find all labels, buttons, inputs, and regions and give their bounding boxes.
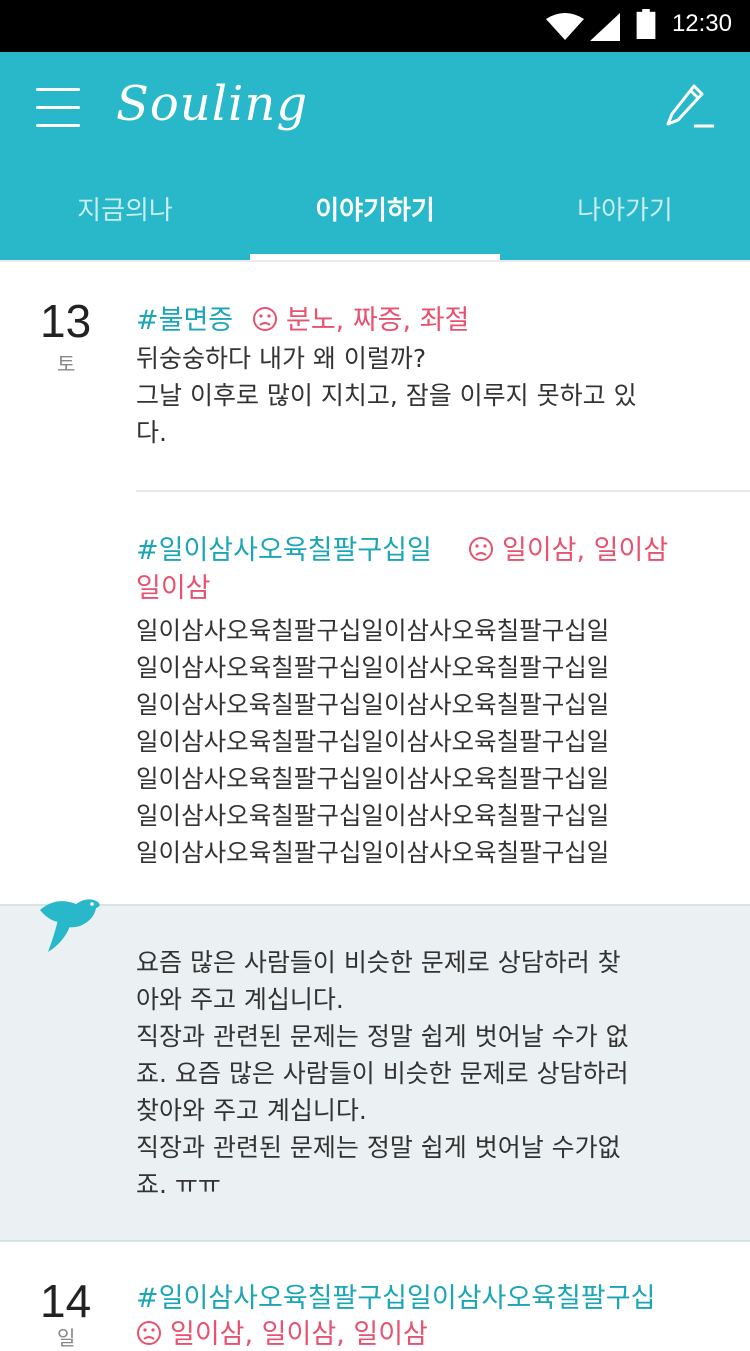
post-emotions-continued: 일이삼: [136, 573, 211, 604]
emotion-list: 일이삼, 일이삼, 일이삼: [170, 1319, 428, 1350]
post-divider: [136, 490, 750, 492]
post-body: 뒤숭숭하다 내가 왜 이럴까? 그날 이후로 많이 지치고, 잠을 이루지 못하…: [136, 344, 637, 447]
post-body: 일이삼사오육칠팔구십일이삼사오육칠팔구십일 일이삼사오육칠팔구십일이삼사오육칠팔…: [136, 616, 610, 867]
sad-face-icon: [253, 307, 277, 331]
tab-now-me[interactable]: 지금의나: [0, 188, 250, 260]
signal-icon: [590, 13, 620, 41]
post-hashtag[interactable]: #일이삼사오육칠팔구십일: [136, 528, 432, 567]
entry-date-day: 일: [57, 1326, 76, 1350]
entry-date-number: 13: [40, 295, 92, 347]
emotion-list: 일이삼, 일이삼: [502, 535, 669, 566]
counselor-reply: 요즘 많은 사람들이 비슷한 문제로 상담하러 찾 아와 주고 계십니다. 직장…: [0, 904, 750, 1242]
tab-move-forward[interactable]: 나아가기: [500, 188, 750, 260]
sad-face-icon: [137, 1321, 161, 1345]
reply-body: 요즘 많은 사람들이 비슷한 문제로 상담하러 찾 아와 주고 계십니다. 직장…: [136, 948, 629, 1199]
sad-face-icon: [469, 537, 493, 561]
post-emotions: 분노, 짜증, 좌절: [252, 298, 469, 337]
app-logo: Souling: [116, 76, 309, 132]
tab-talk[interactable]: 이야기하기: [250, 188, 500, 260]
entry-date-day: 토: [57, 352, 76, 376]
battery-icon: [636, 9, 656, 39]
write-icon[interactable]: [664, 82, 716, 132]
post-emotions: 일이삼, 일이삼: [468, 528, 668, 567]
post-hashtag[interactable]: #불면증: [136, 298, 233, 337]
app-bar-shadow: [0, 260, 750, 262]
post-hashtag[interactable]: #일이삼사오육칠팔구십일이삼사오육칠팔구십: [136, 1276, 655, 1315]
menu-icon[interactable]: [36, 88, 82, 128]
tab-bar: 지금의나 이야기하기 나아가기: [0, 188, 750, 260]
entry-date-number: 14: [40, 1275, 92, 1327]
wifi-icon: [546, 13, 584, 40]
emotion-list: 분노, 짜증, 좌절: [286, 305, 470, 336]
bird-avatar-icon: [40, 899, 100, 952]
status-time: 12:30: [671, 10, 732, 37]
status-bar: 12:30: [0, 0, 750, 52]
post-emotions: 일이삼, 일이삼, 일이삼: [136, 1312, 428, 1351]
